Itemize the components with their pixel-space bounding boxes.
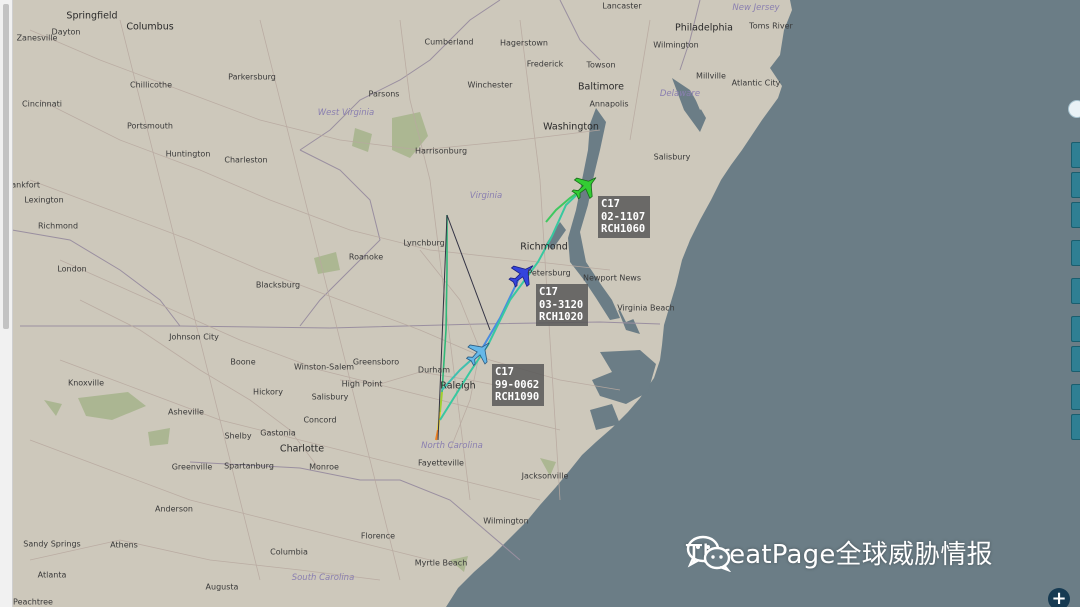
watermark: ThreatPage全球威胁情报 — [686, 534, 993, 572]
zoom-in-button[interactable]: + — [1048, 588, 1070, 607]
aircraft-registration: 99-0062 — [495, 378, 540, 391]
layer-button-2[interactable] — [1071, 172, 1080, 198]
aircraft-type: C17 — [539, 286, 558, 298]
flight-tag-rch1090[interactable]: C17 99-0062 RCH1090 — [492, 364, 545, 406]
layer-button-1[interactable] — [1071, 142, 1080, 168]
layer-button-3[interactable] — [1071, 202, 1080, 228]
layer-button-7[interactable] — [1071, 346, 1080, 372]
layer-button-6[interactable] — [1071, 316, 1080, 342]
watermark-text: ThreatPage全球威胁情报 — [686, 540, 993, 570]
flight-callsign: RCH1090 — [495, 391, 540, 403]
wechat-icon — [686, 535, 732, 572]
aircraft-registration: 02-1107 — [601, 210, 646, 223]
flight-callsign: RCH1020 — [539, 311, 584, 323]
gear-icon[interactable] — [1068, 100, 1080, 118]
aircraft-registration: 03-3120 — [539, 298, 584, 311]
layer-button-5[interactable] — [1071, 278, 1080, 304]
aircraft-type: C17 — [495, 366, 514, 378]
land-area — [0, 0, 792, 607]
flight-tag-rch1020[interactable]: C17 03-3120 RCH1020 — [536, 284, 589, 326]
layer-button-4[interactable] — [1071, 240, 1080, 266]
scrollbar-thumb[interactable] — [3, 4, 9, 329]
flight-tag-rch1060[interactable]: C17 02-1107 RCH1060 — [598, 196, 651, 238]
aircraft-type: C17 — [601, 198, 620, 210]
layer-button-9[interactable] — [1071, 414, 1080, 440]
flight-map[interactable]: Springfield Columbus Dayton Zanesville Cumbe… — [0, 0, 1080, 607]
left-scrollbar[interactable] — [0, 0, 13, 607]
layer-button-8[interactable] — [1071, 384, 1080, 410]
flight-callsign: RCH1060 — [601, 223, 646, 235]
